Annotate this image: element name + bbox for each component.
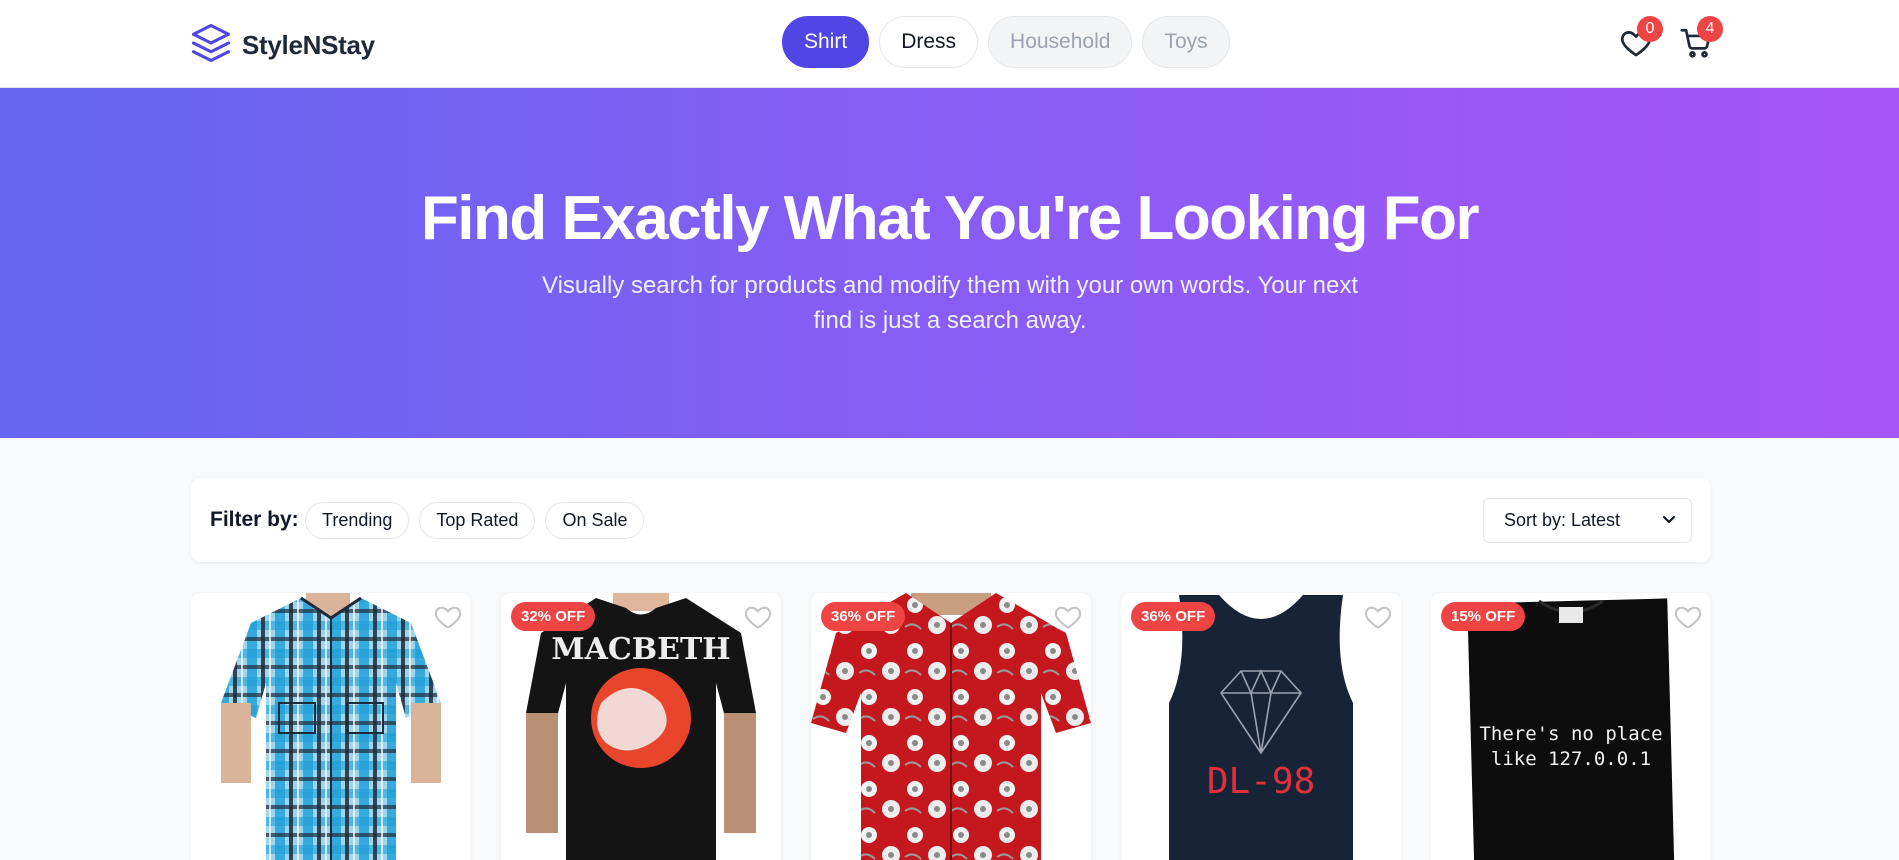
hawaiian-shirt-photo: [811, 593, 1091, 860]
hero-banner: Find Exactly What You're Looking For Vis…: [0, 88, 1899, 438]
chevron-down-icon: [1661, 511, 1677, 527]
plaid-shirt-photo: [191, 593, 471, 860]
cart-icon: [1679, 28, 1713, 64]
product-print-text: DL-98: [1207, 761, 1315, 802]
discount-badge: 15% OFF: [1441, 602, 1526, 631]
top-header: StyleNStay Shirt Dress Household Toys 0 …: [0, 0, 1899, 88]
heart-icon[interactable]: [1053, 602, 1083, 632]
tab-dress[interactable]: Dress: [879, 16, 979, 68]
cart-button[interactable]: 4: [1679, 16, 1723, 60]
sort-select[interactable]: Sort by: Latest: [1483, 498, 1692, 543]
hero-subtitle: Visually search for products and modify …: [542, 272, 1358, 334]
product-card[interactable]: [191, 593, 471, 860]
heart-icon[interactable]: [1363, 602, 1393, 632]
heart-icon[interactable]: [433, 602, 463, 632]
product-card[interactable]: 36% OFF: [811, 593, 1091, 860]
brand-name: StyleNStay: [242, 30, 375, 60]
discount-badge: 36% OFF: [821, 602, 906, 631]
heart-icon: [1619, 31, 1653, 64]
hero-title: Find Exactly What You're Looking For: [420, 184, 1480, 253]
product-card[interactable]: There's no place like 127.0.0.1 15% OFF: [1431, 593, 1711, 860]
tab-toys[interactable]: Toys: [1142, 16, 1230, 68]
filter-chip-trending[interactable]: Trending: [305, 502, 410, 539]
product-print-text: MACBETH: [551, 632, 730, 667]
tab-shirt[interactable]: Shirt: [782, 16, 870, 68]
product-card[interactable]: MACBETH 32% OFF: [501, 593, 781, 860]
heart-icon[interactable]: [743, 602, 773, 632]
layers-icon: [190, 22, 232, 69]
discount-badge: 32% OFF: [511, 602, 596, 631]
macbeth-tshirt-photo: MACBETH: [501, 593, 781, 860]
sort-select-value: Sort by: Latest: [1504, 510, 1621, 530]
filter-chips: Trending Top Rated On Sale: [305, 502, 645, 539]
filter-chip-top-rated[interactable]: Top Rated: [419, 502, 536, 539]
discount-badge: 36% OFF: [1131, 602, 1216, 631]
cart-count-badge: 4: [1697, 16, 1723, 42]
filter-chip-on-sale[interactable]: On Sale: [545, 502, 645, 539]
wishlist-button[interactable]: 0: [1619, 16, 1663, 60]
tab-household[interactable]: Household: [988, 16, 1133, 68]
product-card[interactable]: DL-98 36% OFF: [1121, 593, 1401, 860]
diamond-tank-top-photo: DL-98: [1121, 593, 1401, 860]
filter-label: Filter by:: [210, 508, 299, 531]
black-tshirt-photo: There's no place like 127.0.0.1: [1431, 593, 1711, 860]
wishlist-count-badge: 0: [1637, 16, 1663, 42]
heart-icon[interactable]: [1673, 602, 1703, 632]
filter-bar: Filter by: Trending Top Rated On Sale So…: [191, 478, 1711, 562]
category-tabs: Shirt Dress Household Toys: [782, 16, 1230, 68]
brand-logo[interactable]: StyleNStay: [190, 22, 375, 69]
